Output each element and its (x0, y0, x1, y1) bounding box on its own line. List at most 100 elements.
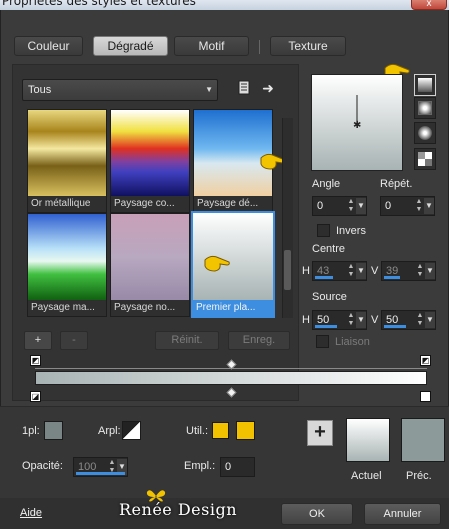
start-opacity-stop[interactable]: ◩ (30, 355, 41, 366)
chevron-down-icon[interactable]: ▼ (425, 263, 435, 279)
current-swatch[interactable] (346, 418, 390, 462)
center-v-field[interactable]: 39 ▲ ▼ ▼ (381, 261, 436, 281)
repeat-label: Répét. (380, 178, 413, 190)
ok-button[interactable]: OK (281, 503, 353, 525)
gradient-bar[interactable] (35, 371, 427, 385)
start-color-stop[interactable]: ◪ (30, 391, 41, 402)
chevron-down-icon[interactable]: ▼ (356, 312, 366, 328)
linear-style-button[interactable] (414, 74, 436, 96)
source-h-slider-fill (315, 325, 337, 328)
tab-motif[interactable]: Motif (174, 36, 249, 56)
center-v-slider-fill (384, 276, 400, 279)
background-swatch[interactable] (122, 421, 141, 440)
location-label: Empl.: (184, 460, 216, 472)
tab-texture[interactable]: Texture (270, 36, 346, 56)
util-color-2[interactable] (236, 421, 255, 440)
gradient-preview[interactable]: ✱ (311, 74, 403, 171)
save-gradient-button[interactable]: Enreg. (228, 331, 290, 350)
rectangular-style-button[interactable] (414, 97, 436, 119)
category-value: Tous (28, 84, 52, 96)
gradient-thumb-label: Or métallique (28, 196, 106, 212)
opacity-field[interactable]: 100 ▲ ▼ ▼ (73, 457, 128, 477)
spin-arrows-icon[interactable]: ▲ ▼ (415, 263, 425, 279)
arrow-right-icon[interactable]: ➜ (260, 79, 276, 97)
angle-label: Angle (312, 178, 341, 190)
link-label: Liaison (335, 336, 370, 348)
sunburst-gradient-icon (418, 152, 432, 166)
current-label: Actuel (351, 470, 382, 482)
close-button[interactable]: x (411, 0, 447, 10)
location-field[interactable]: 0 (220, 457, 255, 477)
previous-swatch[interactable] (401, 418, 445, 462)
chevron-down-icon[interactable]: ▼ (424, 198, 434, 214)
gradient-thumb-label: Paysage no... (111, 300, 189, 316)
sunburst-style-button[interactable] (414, 148, 436, 170)
library-scroll-thumb[interactable] (284, 250, 291, 290)
chevron-down-icon: ▼ (205, 85, 213, 94)
svg-text:✱: ✱ (353, 120, 361, 131)
chevron-down-icon[interactable]: ▼ (356, 198, 366, 214)
gradient-thumb-gold[interactable]: Or métallique (27, 109, 107, 213)
spin-arrows-icon[interactable]: ▲ ▼ (414, 198, 424, 214)
tab-degrade[interactable]: Dégradé (93, 36, 168, 56)
opacity-slider-fill (76, 472, 125, 475)
center-label: Centre (312, 243, 346, 255)
tab-couleur[interactable]: Couleur (14, 36, 83, 56)
source-label: Source (312, 291, 347, 303)
help-link[interactable]: Aide (20, 507, 42, 519)
spin-arrows-icon[interactable]: ▲ ▼ (346, 263, 356, 279)
chevron-down-icon[interactable]: ▼ (425, 312, 435, 328)
radial-gradient-icon (418, 126, 432, 140)
source-v-field[interactable]: 50 ▲ ▼ ▼ (381, 310, 436, 330)
spin-arrows-icon[interactable]: ▲ ▼ (346, 312, 356, 328)
background-label: Arpl: (98, 425, 121, 437)
center-h-slider-fill (315, 276, 333, 279)
pointing-hand-icon (203, 252, 231, 274)
opacity-track (35, 368, 427, 369)
gradient-thumb-label: Premier pla... (193, 300, 273, 316)
gradient-thumb-label: Paysage ma... (28, 300, 106, 316)
remove-gradient-button[interactable]: - (60, 331, 88, 350)
repeat-field[interactable]: 0 ▲ ▼ ▼ (380, 196, 435, 216)
util-label: Util.: (186, 425, 208, 437)
previous-label: Préc. (406, 470, 432, 482)
source-h-label: H (302, 314, 310, 326)
invert-checkbox[interactable] (317, 224, 330, 237)
source-h-field[interactable]: 50 ▲ ▼ ▼ (312, 310, 367, 330)
util-color-1[interactable] (212, 422, 229, 439)
window-title: Propriétés des styles et textures (2, 0, 196, 8)
category-dropdown[interactable]: Tous ▼ (22, 79, 218, 101)
end-opacity-stop[interactable]: ◩ (420, 355, 431, 366)
spin-arrows-icon[interactable]: ▲ ▼ (346, 198, 356, 214)
angle-value: 0 (317, 200, 324, 212)
center-v-label: V (371, 265, 379, 277)
foreground-swatch[interactable] (44, 421, 63, 440)
invert-label: Invers (336, 225, 366, 237)
gradient-thumb-landscape-co[interactable]: Paysage co... (110, 109, 190, 213)
radial-style-button[interactable] (414, 122, 436, 144)
link-checkbox[interactable] (316, 335, 329, 348)
gradient-thumb-label: Paysage co... (111, 196, 189, 212)
spin-arrows-icon[interactable]: ▲ ▼ (415, 312, 425, 328)
add-gradient-button[interactable]: + (24, 331, 52, 350)
end-color-stop[interactable] (420, 391, 431, 402)
center-h-label: H (302, 265, 310, 277)
gradient-thumb-landscape-ma[interactable]: Paysage ma... (27, 213, 107, 317)
cancel-button[interactable]: Annuler (364, 503, 441, 525)
watermark-logo: Renée Design (119, 500, 238, 519)
repeat-value: 0 (385, 200, 392, 212)
chevron-down-icon[interactable]: ▼ (356, 263, 366, 279)
source-v-label: V (371, 314, 379, 326)
center-h-field[interactable]: 43 ▲ ▼ ▼ (312, 261, 367, 281)
rectangular-gradient-icon (418, 101, 432, 115)
location-value: 0 (225, 461, 232, 473)
source-v-slider-fill (384, 325, 406, 328)
reset-button[interactable]: Réinit. (155, 331, 219, 350)
library-file-icon[interactable] (236, 80, 252, 98)
gradient-thumb-landscape-no[interactable]: Paysage no... (110, 213, 190, 317)
gradient-thumb-label: Paysage dé... (194, 196, 272, 212)
foreground-label: 1pl: (22, 425, 40, 437)
add-to-swatches-button[interactable]: + (307, 420, 333, 446)
angle-field[interactable]: 0 ▲ ▼ ▼ (312, 196, 367, 216)
tab-separator (259, 40, 260, 54)
